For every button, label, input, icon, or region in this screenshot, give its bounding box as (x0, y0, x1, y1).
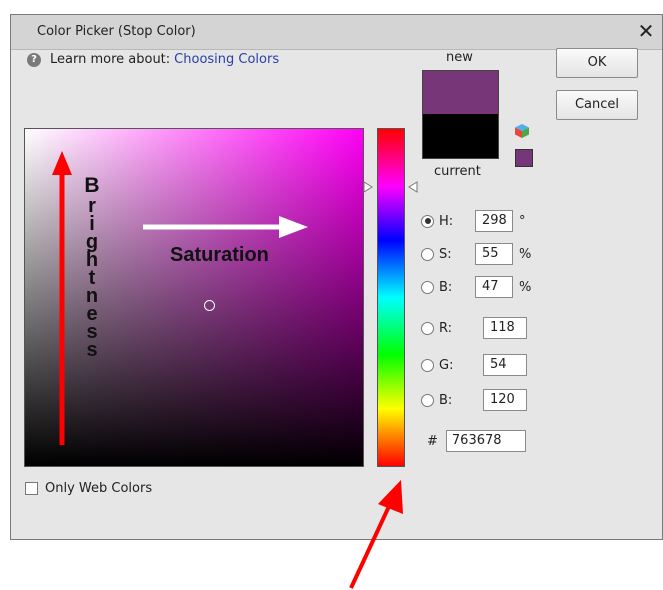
red-label: R: (439, 320, 453, 336)
websafe-color-swatch[interactable] (515, 149, 533, 167)
help-text: Learn more about: (50, 52, 171, 67)
blue-radio[interactable] (421, 393, 434, 407)
hue-slider-handle-left-icon[interactable] (363, 181, 373, 193)
blue-row: B: 120 (421, 388, 527, 412)
saturation-annotation: Saturation (170, 244, 269, 266)
brightness-unit: % (519, 279, 532, 295)
current-color-swatch[interactable] (422, 114, 499, 159)
hue-radio[interactable] (421, 214, 434, 228)
green-input[interactable]: 54 (483, 354, 527, 376)
red-radio[interactable] (421, 321, 434, 335)
red-row: R: 118 (421, 316, 527, 340)
close-icon[interactable]: ✕ (634, 18, 658, 44)
hex-input[interactable]: 763678 (445, 430, 526, 452)
help-row: ? Learn more about: Choosing Colors (27, 52, 279, 67)
saturation-label: S: (439, 246, 452, 262)
saturation-input[interactable]: 55 (475, 243, 513, 265)
hue-slider-handle-right-icon[interactable] (408, 181, 418, 193)
blue-input[interactable]: 120 (483, 389, 527, 411)
saturation-arrow-icon (143, 216, 308, 238)
brightness-input[interactable]: 47 (475, 276, 513, 298)
hue-annotation-arrow-icon (349, 480, 403, 589)
saturation-row: S: 55 % (421, 242, 531, 266)
hue-row: H: 298 ° (421, 209, 526, 233)
saturation-radio[interactable] (421, 247, 434, 261)
new-color-swatch (422, 70, 499, 114)
current-color-label: current (434, 164, 481, 179)
only-web-colors-option[interactable]: Only Web Colors (25, 481, 152, 496)
green-row: G: 54 (421, 353, 527, 377)
cancel-button[interactable]: Cancel (556, 90, 638, 120)
saturation-unit: % (519, 246, 532, 262)
hue-slider-bar[interactable] (377, 128, 405, 467)
green-radio[interactable] (421, 358, 434, 372)
hex-row: # 763678 (427, 430, 526, 452)
blue-label: B: (439, 392, 453, 408)
title-bar: Color Picker (Stop Color) ✕ (11, 15, 662, 50)
ok-button[interactable]: OK (556, 48, 638, 78)
green-label: G: (439, 357, 454, 373)
out-of-gamut-cube-icon[interactable] (514, 123, 530, 139)
help-circle-icon: ? (27, 52, 41, 67)
hex-label: # (427, 433, 438, 449)
only-web-colors-checkbox[interactable] (25, 482, 38, 495)
color-field[interactable]: B r i g h t n e s s Saturation (24, 128, 364, 467)
red-input[interactable]: 118 (483, 317, 527, 339)
brightness-radio[interactable] (421, 280, 434, 294)
brightness-label: B: (439, 279, 453, 295)
hue-input[interactable]: 298 (475, 210, 513, 232)
new-color-label: new (446, 50, 473, 65)
hue-unit: ° (519, 213, 526, 229)
hue-label: H: (439, 213, 454, 229)
brightness-annotation: B r i g h t n e s s (84, 174, 100, 361)
color-field-cursor[interactable] (204, 300, 215, 311)
brightness-arrow-icon (52, 151, 72, 445)
window-title: Color Picker (Stop Color) (37, 24, 196, 39)
brightness-row: B: 47 % (421, 275, 531, 299)
choosing-colors-link[interactable]: Choosing Colors (174, 52, 279, 67)
only-web-colors-label: Only Web Colors (45, 481, 153, 496)
